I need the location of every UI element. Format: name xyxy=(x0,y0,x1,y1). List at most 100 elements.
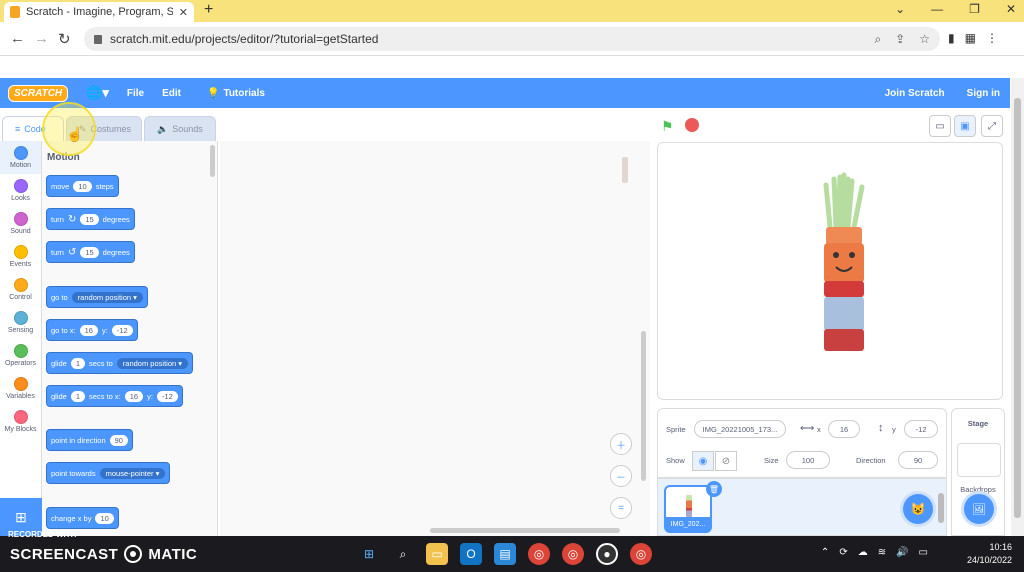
choose-backdrop-button[interactable]: 🖼 xyxy=(964,494,994,524)
sidebar-icon[interactable]: ▮ xyxy=(948,31,955,45)
screencast-app-icon[interactable]: ● xyxy=(596,543,618,565)
zoom-in-icon[interactable]: ＋ xyxy=(610,433,632,455)
file-menu[interactable]: File xyxy=(127,88,144,99)
block-turn-right[interactable]: turn ↻ 15 degrees xyxy=(46,208,135,230)
clock[interactable]: 10:16 24/10/2022 xyxy=(967,541,1012,567)
show-eye-icon[interactable]: ◉ xyxy=(692,451,714,471)
page-scrollbar-thumb[interactable] xyxy=(1014,98,1021,518)
page-scrollbar[interactable] xyxy=(1011,78,1024,536)
block-input[interactable]: 10 xyxy=(73,180,92,192)
category-motion[interactable]: Motion xyxy=(0,141,41,174)
green-flag-icon[interactable]: ⚑ xyxy=(661,118,674,135)
category-sound[interactable]: Sound xyxy=(0,207,41,240)
size-field[interactable]: 100 xyxy=(786,451,830,469)
block-go-to-xy[interactable]: go to x: 16 y: -12 xyxy=(46,319,138,341)
language-globe-icon[interactable]: 🌐▾ xyxy=(86,85,109,101)
direction-field[interactable]: 90 xyxy=(898,451,938,469)
stage-thumbnail[interactable] xyxy=(957,443,1001,477)
back-icon[interactable]: ← xyxy=(10,30,25,47)
chrome-profile-icon[interactable]: ◎ xyxy=(562,543,584,565)
hide-eye-icon[interactable]: ⊘ xyxy=(715,451,737,471)
block-turn-left[interactable]: turn ↺ 15 degrees xyxy=(46,241,135,263)
stage-canvas[interactable] xyxy=(657,142,1003,400)
sign-in-link[interactable]: Sign in xyxy=(967,88,1000,99)
tutorials-menu[interactable]: 💡 Tutorials xyxy=(207,88,265,99)
block-input[interactable]: 15 xyxy=(80,246,99,258)
category-events[interactable]: Events xyxy=(0,240,41,273)
volume-icon[interactable]: 🔊 xyxy=(896,547,908,558)
choose-sprite-button[interactable]: 😺 xyxy=(903,494,933,524)
share-icon[interactable]: ⇪ xyxy=(895,32,905,47)
url-field[interactable]: scratch.mit.edu/projects/editor/?tutoria… xyxy=(84,27,940,51)
edit-menu[interactable]: Edit xyxy=(162,88,181,99)
workspace-vertical-scrollbar[interactable] xyxy=(641,331,646,481)
y-field[interactable]: -12 xyxy=(904,420,938,438)
extension-icon[interactable]: ▦ xyxy=(965,31,976,45)
sprite-thumbnail[interactable]: IMG_202... 🗑 xyxy=(664,481,722,533)
block-go-to[interactable]: go to random position ▾ xyxy=(46,286,148,308)
tab-search-icon[interactable]: ⌄ xyxy=(895,2,905,16)
block-dropdown[interactable]: random position ▾ xyxy=(71,291,143,303)
block-input[interactable]: -12 xyxy=(156,390,178,402)
scratch-logo[interactable]: SCRATCH xyxy=(8,84,69,102)
chrome-window-icon[interactable]: ◎ xyxy=(630,543,652,565)
small-stage-icon[interactable]: ▭ xyxy=(929,115,951,137)
block-input[interactable]: 90 xyxy=(109,434,128,446)
sync-icon[interactable]: ⟳ xyxy=(839,547,847,558)
category-sensing[interactable]: Sensing xyxy=(0,306,41,339)
join-scratch-link[interactable]: Join Scratch xyxy=(885,88,945,99)
file-explorer-icon[interactable]: ▭ xyxy=(426,543,448,565)
block-glide-xy[interactable]: glide 1 secs to x: 16 y: -12 xyxy=(46,385,183,407)
block-point-towards[interactable]: point towards mouse-pointer ▾ xyxy=(46,462,171,484)
outlook-icon[interactable]: O xyxy=(460,543,482,565)
browser-tab[interactable]: Scratch - Imagine, Program, Sha ✕ xyxy=(4,2,194,22)
sprite-list-scrollbar[interactable] xyxy=(938,493,944,523)
new-tab-icon[interactable]: + xyxy=(204,1,213,19)
category-my-blocks[interactable]: My Blocks xyxy=(0,405,41,438)
fullscreen-icon[interactable]: ⤢ xyxy=(981,115,1003,137)
zoom-icon[interactable]: ⌕ xyxy=(874,32,881,47)
minimize-icon[interactable]: — xyxy=(931,2,943,16)
category-operators[interactable]: Operators xyxy=(0,339,41,372)
close-window-icon[interactable]: ✕ xyxy=(1006,2,1016,16)
workspace-horizontal-scrollbar[interactable] xyxy=(430,528,620,533)
block-change-x[interactable]: change x by 10 xyxy=(46,507,119,529)
wifi-icon[interactable]: ≋ xyxy=(878,547,886,558)
search-icon[interactable]: ⌕ xyxy=(392,543,414,565)
block-input[interactable]: 16 xyxy=(79,324,98,336)
block-move-steps[interactable]: move 10 steps xyxy=(46,175,119,197)
trash-icon[interactable]: 🗑 xyxy=(706,481,722,497)
forward-icon[interactable]: → xyxy=(34,30,49,47)
menu-icon[interactable]: ⋮ xyxy=(986,31,998,45)
code-workspace[interactable]: ＋ － = xyxy=(220,141,650,536)
block-dropdown[interactable]: mouse-pointer ▾ xyxy=(99,467,166,479)
block-dropdown[interactable]: random position ▾ xyxy=(116,357,189,369)
chevron-up-icon[interactable]: ⌃ xyxy=(821,547,829,558)
block-input[interactable]: 1 xyxy=(70,357,86,369)
block-point-direction[interactable]: point in direction 90 xyxy=(46,429,133,451)
block-input[interactable]: -12 xyxy=(111,324,133,336)
app-icon[interactable]: ▤ xyxy=(494,543,516,565)
x-field[interactable]: 16 xyxy=(828,420,860,438)
block-input[interactable]: 1 xyxy=(70,390,86,402)
category-variables[interactable]: Variables xyxy=(0,372,41,405)
block-glide-to[interactable]: glide 1 secs to random position ▾ xyxy=(46,352,194,374)
chrome-icon[interactable]: ◎ xyxy=(528,543,550,565)
palette-scrollbar[interactable] xyxy=(210,145,215,177)
onedrive-icon[interactable]: ☁ xyxy=(858,547,868,558)
sprite-on-stage[interactable] xyxy=(658,143,1004,401)
category-control[interactable]: Control xyxy=(0,273,41,306)
zoom-reset-icon[interactable]: = xyxy=(610,497,632,519)
block-input[interactable]: 15 xyxy=(80,213,99,225)
battery-icon[interactable]: ▭ xyxy=(919,547,928,558)
start-icon[interactable]: ⊞ xyxy=(358,543,380,565)
category-looks[interactable]: Looks xyxy=(0,174,41,207)
block-input[interactable]: 16 xyxy=(124,390,144,402)
close-tab-icon[interactable]: ✕ xyxy=(179,6,188,19)
stop-icon[interactable] xyxy=(685,118,699,132)
reload-icon[interactable]: ↻ xyxy=(58,30,71,48)
normal-stage-icon[interactable]: ▣ xyxy=(954,115,976,137)
zoom-out-icon[interactable]: － xyxy=(610,465,632,487)
sprite-name-field[interactable]: IMG_20221005_173... xyxy=(694,420,786,438)
block-input[interactable]: 10 xyxy=(95,512,114,524)
